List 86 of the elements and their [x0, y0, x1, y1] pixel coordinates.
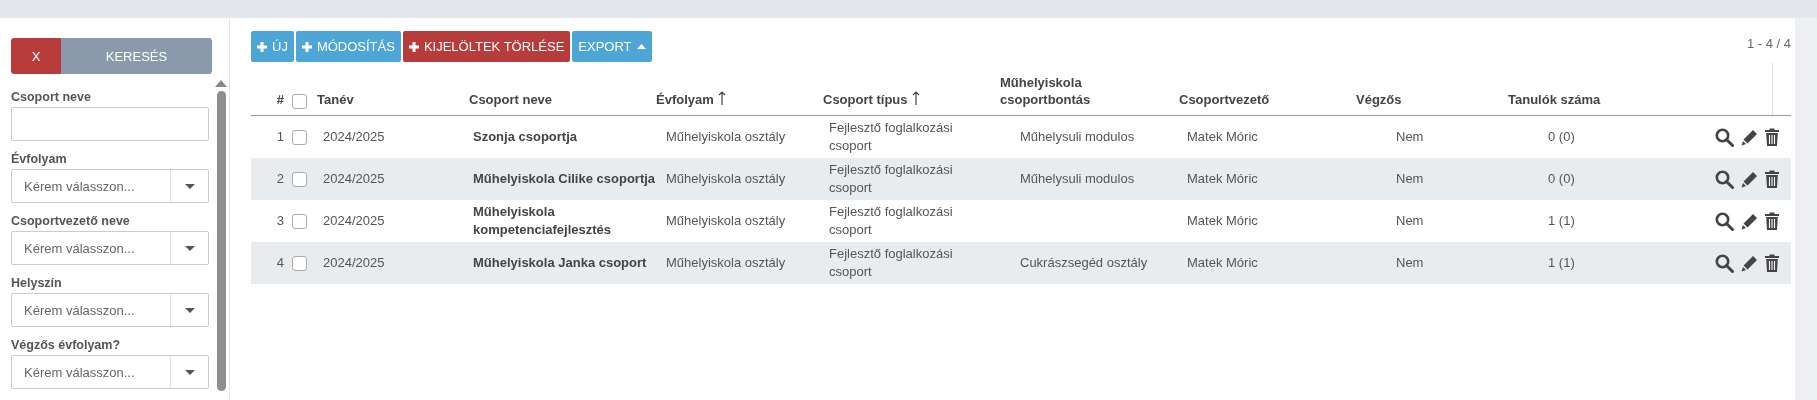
column-header: Csoport neve [469, 91, 554, 109]
checkbox[interactable] [292, 255, 307, 271]
plus-icon [408, 41, 419, 52]
table-cell: Fejlesztő foglalkozási csoport [829, 120, 953, 153]
table-cell: 0 (0) [1548, 129, 1575, 145]
checkbox[interactable] [292, 129, 307, 145]
table-cell: 0 (0) [1548, 171, 1575, 187]
table-cell: 2024/2025 [323, 129, 385, 145]
table-cell: Műhelyiskola Janka csoport [473, 255, 647, 271]
caret-icon [185, 183, 195, 189]
checkbox[interactable] [292, 171, 307, 187]
table-cell: Nem [1396, 255, 1424, 271]
table-cell: Nem [1396, 171, 1424, 187]
search-icon[interactable] [1715, 169, 1734, 189]
filter-label: Helyszín [11, 276, 63, 290]
plus-icon [301, 41, 312, 52]
text-input-field[interactable] [11, 107, 209, 141]
row-number: 1 [275, 128, 285, 146]
table-cell: Szonja csoportja [473, 129, 578, 145]
select-field[interactable]: Kérem válasszon... [11, 231, 209, 265]
table-cell: Matek Móric [1187, 129, 1258, 145]
trash-icon[interactable] [1765, 212, 1779, 230]
trash-icon[interactable] [1765, 170, 1779, 188]
table-cell: Műhelyiskola kompetenciafejlesztés [473, 204, 611, 237]
sort-arrow-icon [717, 91, 726, 106]
row-number: 2 [275, 170, 285, 188]
select-field[interactable]: Kérem válasszon... [11, 355, 209, 389]
filter-label: Évfolyam [11, 152, 68, 166]
table-cell: 2024/2025 [323, 213, 385, 229]
column-header: Csoportvezető [1179, 91, 1271, 109]
checkbox[interactable] [292, 94, 307, 109]
column-header: Műhelyiskola csoportbontás [1000, 73, 1092, 109]
caret-icon [185, 369, 195, 375]
table-cell: Műhelyiskola osztály [666, 213, 786, 229]
trash-icon[interactable] [1765, 254, 1779, 272]
table-cell: Műhelyiskola Cilike csoportja [473, 171, 656, 187]
table-cell: 1 (1) [1548, 255, 1575, 271]
column-header: # [275, 91, 285, 109]
select-field[interactable]: Kérem válasszon... [11, 169, 209, 203]
search-icon[interactable] [1715, 127, 1734, 147]
table-cell: 1 (1) [1548, 213, 1575, 229]
pagination-text: 1 - 4 / 4 [1746, 36, 1791, 51]
filter-label: Csoportvezető neve [11, 214, 131, 228]
trash-icon[interactable] [1765, 128, 1779, 146]
table-cell: Fejlesztő foglalkozási csoport [829, 162, 953, 195]
plus-icon [257, 41, 267, 52]
select-field[interactable]: Kérem válasszon... [11, 293, 209, 327]
column-header[interactable]: Csoport típus [823, 91, 1000, 109]
table-cell: Matek Móric [1187, 213, 1258, 229]
sort-arrow-icon [911, 91, 920, 106]
table-cell: Fejlesztő foglalkozási csoport [829, 204, 953, 237]
pencil-icon[interactable] [1741, 128, 1758, 146]
table-cell: Matek Móric [1187, 255, 1258, 271]
toolbar-button[interactable]: KIJELÖLTEK TÖRLÉSE [402, 31, 571, 62]
table-cell: Nem [1396, 129, 1424, 145]
caret-up-icon [636, 44, 646, 49]
scroll-up-icon[interactable] [215, 80, 227, 87]
clear-button[interactable]: X [11, 38, 61, 74]
caret-icon [185, 245, 195, 251]
pencil-icon[interactable] [1741, 170, 1758, 188]
table-cell: 2024/2025 [323, 255, 385, 271]
scrollbar-thumb[interactable] [216, 91, 226, 391]
table-cell: Műhelyiskola osztály [666, 255, 786, 271]
pencil-icon[interactable] [1741, 212, 1758, 230]
caret-icon [185, 307, 195, 313]
filter-label: Csoport neve [11, 90, 92, 104]
table-cell: Matek Móric [1187, 171, 1258, 187]
table-cell: Műhelyiskola osztály [666, 171, 786, 187]
table-cell: 2024/2025 [323, 171, 385, 187]
checkbox[interactable] [292, 213, 307, 229]
table-cell: Műhelysuli modulos [1020, 129, 1135, 145]
column-header[interactable]: Évfolyam [656, 91, 823, 109]
column-header: Végzős [1356, 91, 1403, 109]
pencil-icon[interactable] [1741, 254, 1758, 272]
filter-label: Végzős évfolyam? [11, 338, 122, 352]
table-cell: Műhelysuli modulos [1020, 171, 1135, 187]
table-cell: Műhelyiskola osztály [666, 129, 786, 145]
table-cell: Cukrászsegéd osztály [1020, 255, 1148, 271]
search-icon[interactable] [1715, 211, 1734, 231]
row-number: 3 [275, 212, 285, 230]
column-header: Tanulók száma [1508, 91, 1602, 109]
column-header: Tanév [317, 91, 355, 109]
row-number: 4 [275, 254, 285, 272]
search-icon[interactable] [1715, 253, 1734, 273]
table-cell: Fejlesztő foglalkozási csoport [829, 246, 953, 279]
table-cell: Nem [1396, 213, 1424, 229]
